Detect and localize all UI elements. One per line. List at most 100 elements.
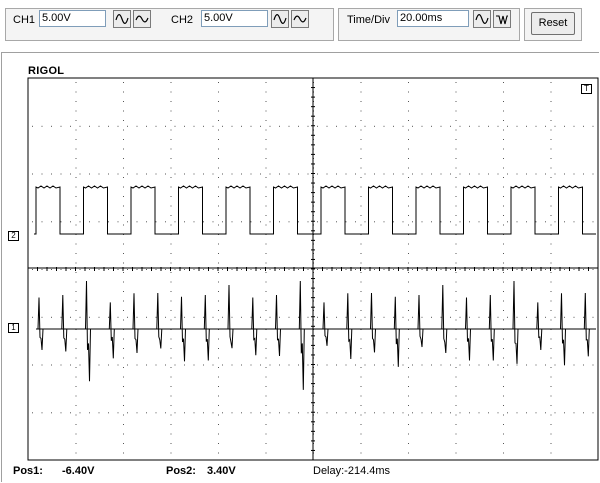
grid-dot: [79, 412, 81, 414]
grid-dot: [117, 221, 119, 223]
grid-dot: [265, 262, 267, 264]
grid-dot: [459, 125, 461, 127]
grid-dot: [408, 443, 409, 444]
grid-dot: [573, 316, 575, 318]
grid-dot: [265, 148, 267, 150]
grid-dot: [123, 300, 124, 302]
grid-dot: [550, 120, 552, 121]
grid-dot: [503, 177, 504, 178]
grid-dot: [60, 173, 62, 175]
grid-dot: [51, 173, 52, 175]
grid-dot: [288, 412, 290, 414]
grid-dot: [440, 269, 442, 270]
grid-dot: [408, 177, 409, 178]
grid-dot: [250, 316, 252, 318]
grid-dot: [265, 91, 267, 93]
grid-dot: [360, 386, 362, 387]
grid-dot: [408, 101, 409, 102]
grid-dot: [478, 173, 480, 175]
grid-dot: [355, 269, 356, 270]
grid-dot: [336, 269, 337, 270]
grid-dot: [450, 316, 451, 318]
grid-dot: [550, 167, 552, 169]
grid-dot: [317, 173, 318, 175]
grid-dot: [218, 272, 219, 273]
grid-dot: [170, 186, 172, 188]
grid-dot: [550, 395, 552, 397]
grid-dot: [288, 221, 290, 223]
grid-dot: [165, 221, 166, 223]
grid-dot: [573, 364, 575, 366]
grid-dot: [455, 91, 457, 93]
grid-dot: [360, 110, 362, 112]
grid-dot: [455, 129, 457, 131]
grid-dot: [408, 167, 409, 169]
grid-dot: [550, 196, 552, 197]
grid-dot: [127, 364, 128, 366]
grid-dot: [503, 367, 504, 368]
grid-dot: [123, 357, 124, 359]
grid-dot: [170, 110, 172, 112]
grid-dot: [250, 221, 252, 223]
grid-dot: [507, 316, 508, 318]
grid-dot: [360, 253, 362, 254]
trigger-marker[interactable]: T: [581, 84, 592, 94]
oscilloscope-screen[interactable]: [0, 0, 600, 483]
grid-dot: [265, 224, 267, 226]
grid-dot: [355, 412, 356, 414]
grid-dot: [123, 110, 124, 112]
grid-dot: [218, 300, 219, 302]
grid-dot: [550, 101, 552, 102]
grid-dot: [455, 167, 457, 169]
delay-readout: Delay:-214.4ms: [313, 465, 391, 477]
grid-dot: [265, 158, 267, 159]
grid-dot: [455, 139, 457, 140]
grid-dot: [231, 316, 233, 318]
grid-dot: [503, 196, 504, 197]
grid-dot: [174, 364, 176, 366]
grid-dot: [503, 357, 504, 359]
grid-dot: [535, 125, 537, 127]
grid-dot: [412, 221, 413, 223]
grid-dot: [408, 196, 409, 197]
grid-dot: [408, 414, 409, 416]
grid-dot: [550, 215, 552, 216]
grid-dot: [360, 196, 362, 197]
grid-dot: [455, 158, 457, 159]
grid-dot: [412, 364, 413, 366]
grid-dot: [455, 319, 457, 321]
grid-dot: [408, 338, 409, 340]
grid-dot: [123, 424, 124, 425]
grid-dot: [218, 338, 219, 340]
grid-dot: [170, 424, 172, 425]
grid-dot: [459, 173, 461, 175]
grid-dot: [108, 221, 109, 223]
grid-dot: [155, 173, 157, 175]
grid-dot: [550, 291, 552, 292]
grid-dot: [75, 310, 77, 311]
grid-dot: [117, 364, 119, 366]
grid-dot: [408, 148, 409, 150]
grid-dot: [360, 310, 362, 311]
grid-dot: [455, 120, 457, 121]
grid-dot: [503, 148, 504, 150]
grid-dot: [503, 120, 504, 121]
grid-dot: [360, 405, 362, 406]
ch1-position-marker[interactable]: 1: [8, 323, 19, 333]
grid-dot: [117, 269, 119, 270]
grid-dot: [193, 125, 195, 127]
grid-dot: [455, 348, 457, 349]
grid-dot: [440, 316, 442, 318]
grid-dot: [298, 316, 299, 318]
grid-dot: [269, 316, 271, 318]
grid-dot: [60, 221, 62, 223]
grid-dot: [170, 148, 172, 150]
grid-dot: [408, 186, 409, 188]
grid-dot: [222, 269, 223, 270]
ch2-position-marker[interactable]: 2: [8, 231, 19, 241]
grid-dot: [265, 243, 267, 245]
grid-dot: [265, 367, 267, 368]
grid-dot: [265, 129, 267, 131]
grid-dot: [516, 412, 518, 414]
grid-dot: [89, 125, 90, 127]
